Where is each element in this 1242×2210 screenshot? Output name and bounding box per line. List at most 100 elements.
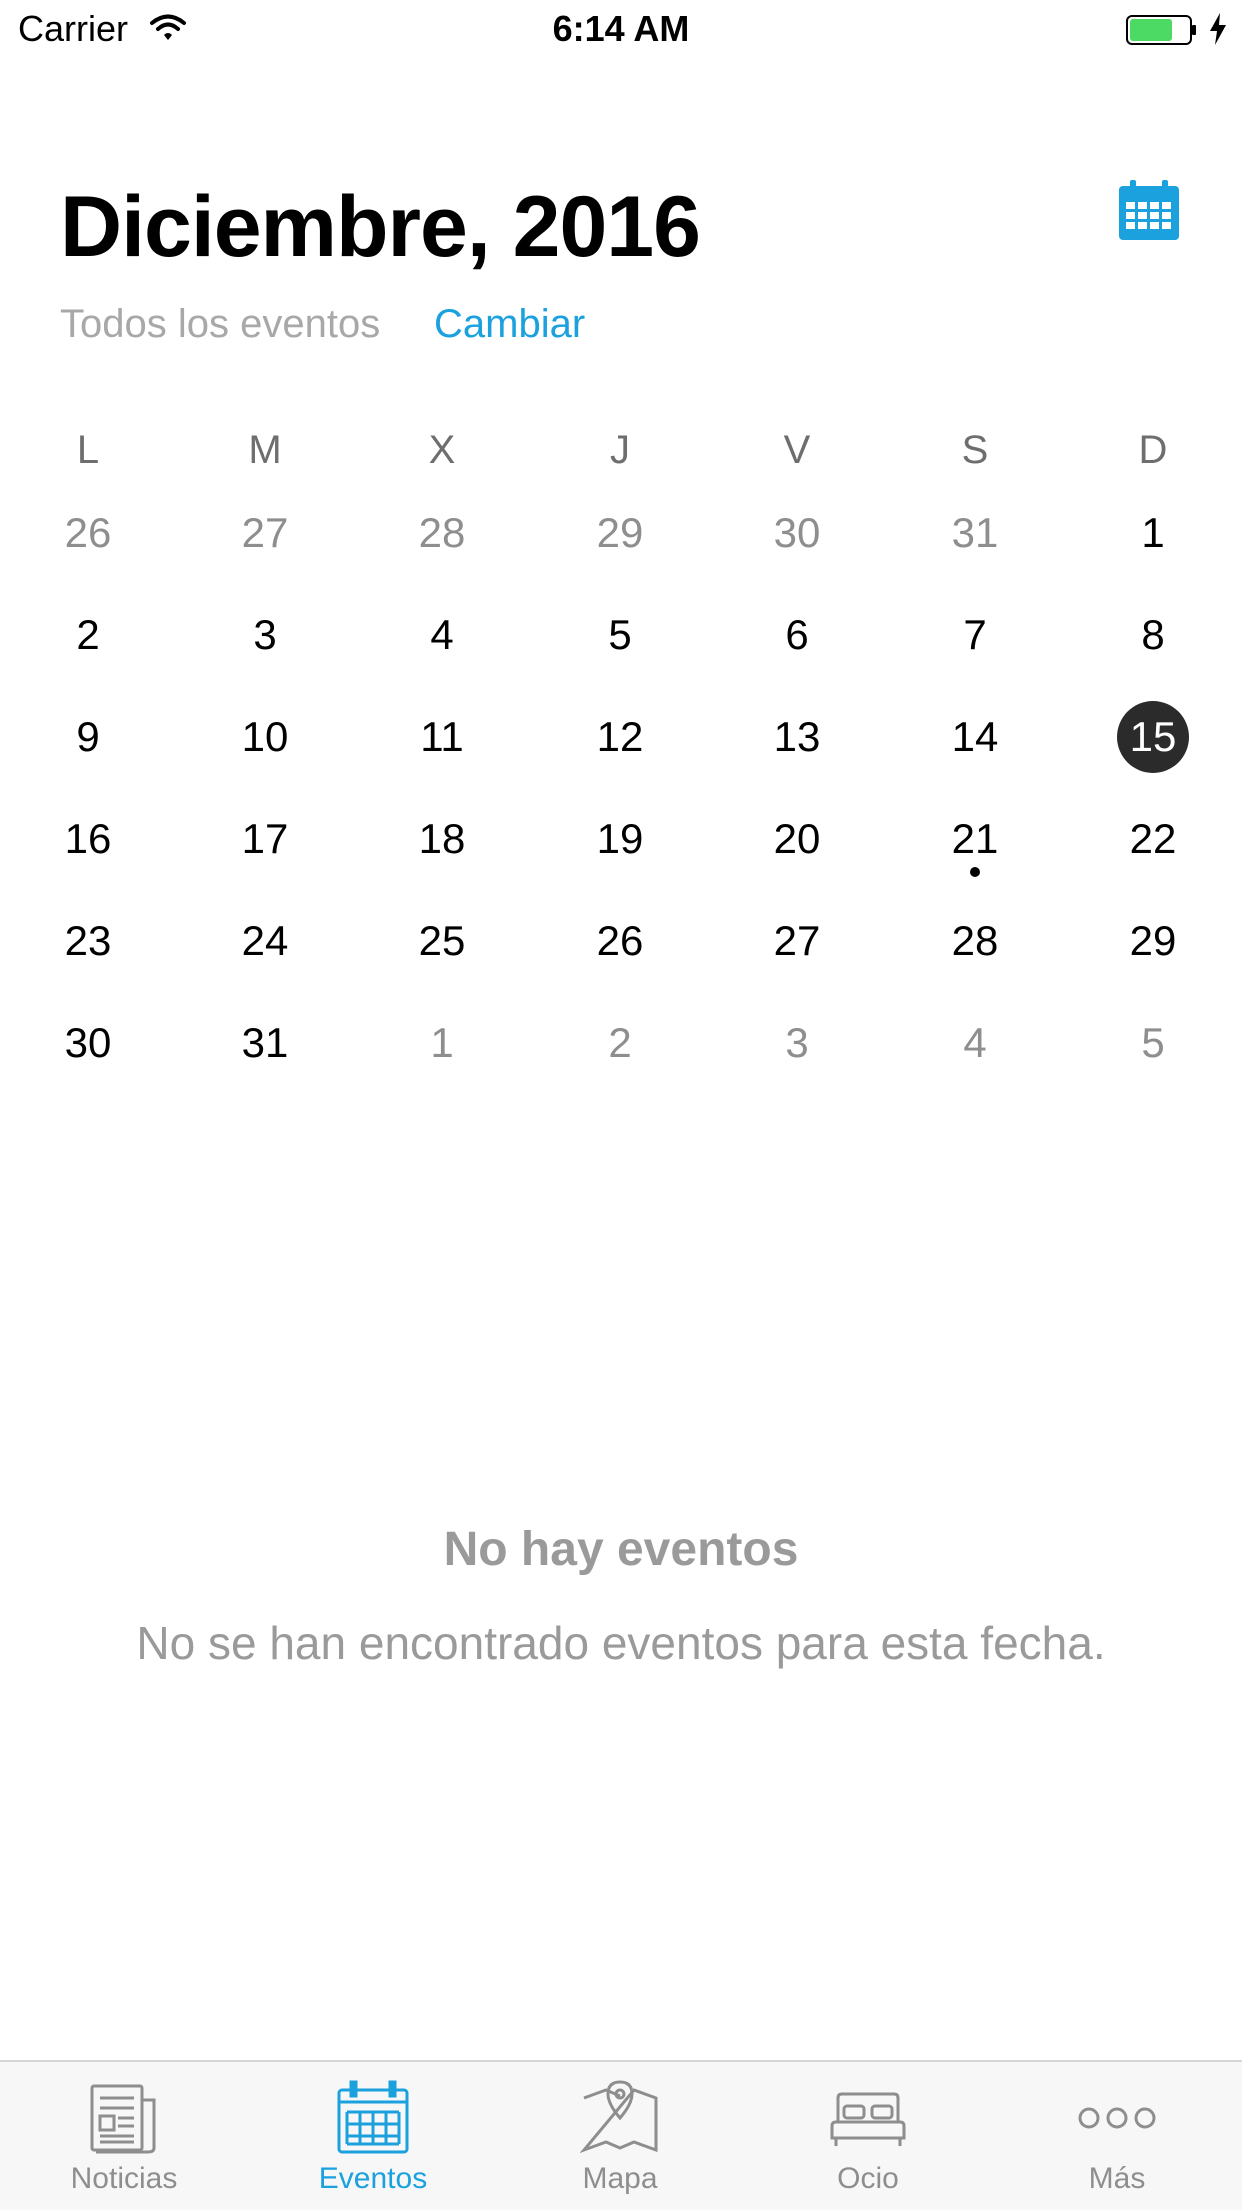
- bed-icon: [828, 2078, 908, 2158]
- calendar-picker-button[interactable]: [1116, 178, 1182, 244]
- calendar-day[interactable]: 2: [570, 1003, 670, 1083]
- calendar-day[interactable]: 29: [570, 493, 670, 573]
- tab-ocio[interactable]: Ocio: [744, 2062, 992, 2210]
- tab-label: Noticias: [70, 2162, 178, 2195]
- newspaper-icon: [84, 2078, 164, 2158]
- weekday-label: S: [961, 428, 989, 472]
- empty-state-message: No se han encontrado eventos para esta f…: [136, 1617, 1106, 1669]
- calendar-day[interactable]: 16: [38, 799, 138, 879]
- calendar-day[interactable]: 6: [747, 595, 847, 675]
- calendar-day[interactable]: 4: [925, 1003, 1025, 1083]
- map-icon: [579, 2078, 660, 2158]
- day-number: 1: [430, 1019, 454, 1066]
- calendar-day[interactable]: 21: [925, 799, 1025, 879]
- day-number: 4: [963, 1019, 987, 1066]
- calendar-day[interactable]: 27: [747, 901, 847, 981]
- tab-label: Eventos: [318, 2162, 428, 2195]
- day-number: 2: [76, 611, 100, 658]
- calendar-day[interactable]: 5: [570, 595, 670, 675]
- day-number: 8: [1141, 611, 1165, 658]
- calendar-day[interactable]: 24: [215, 901, 315, 981]
- weekday-header: LMXJVSD: [0, 428, 1242, 478]
- day-number: 4: [430, 611, 454, 658]
- calendar-day[interactable]: 5: [1103, 1003, 1203, 1083]
- day-number: 22: [1129, 815, 1177, 862]
- calendar-day[interactable]: 30: [747, 493, 847, 573]
- calendar-day[interactable]: 27: [215, 493, 315, 573]
- day-number: 27: [241, 509, 289, 556]
- day-number: 18: [418, 815, 466, 862]
- day-number: 16: [64, 815, 112, 862]
- day-number: 1: [1141, 509, 1165, 556]
- tab-label: Ocio: [837, 2162, 899, 2195]
- tab-noticias[interactable]: Noticias: [0, 2062, 248, 2210]
- calendar-day[interactable]: 26: [570, 901, 670, 981]
- day-number: 30: [773, 509, 821, 556]
- calendar-day[interactable]: 28: [925, 901, 1025, 981]
- tab-mas[interactable]: Más: [993, 2062, 1241, 2210]
- tab-mapa[interactable]: Mapa: [496, 2062, 744, 2210]
- day-number: 2: [608, 1019, 632, 1066]
- calendar-day[interactable]: 4: [392, 595, 492, 675]
- weekday-label: V: [783, 428, 811, 472]
- calendar-icon: [1119, 180, 1179, 240]
- day-number: 3: [785, 1019, 809, 1066]
- calendar-day[interactable]: 9: [38, 697, 138, 777]
- calendar-day[interactable]: 1: [392, 1003, 492, 1083]
- calendar-day[interactable]: 31: [925, 493, 1025, 573]
- day-number: 29: [596, 509, 644, 556]
- calendar-day[interactable]: 31: [215, 1003, 315, 1083]
- empty-state-title: No hay eventos: [443, 1523, 799, 1576]
- calendar-day[interactable]: 14: [925, 697, 1025, 777]
- day-number: 20: [773, 815, 821, 862]
- change-filter-link[interactable]: Cambiar: [434, 302, 585, 347]
- day-number: 28: [418, 509, 466, 556]
- day-number: 25: [418, 917, 466, 964]
- calendar-day[interactable]: 3: [215, 595, 315, 675]
- day-number: 6: [785, 611, 809, 658]
- calendar-day[interactable]: 26: [38, 493, 138, 573]
- day-number: 28: [951, 917, 999, 964]
- calendar-day[interactable]: 20: [747, 799, 847, 879]
- day-number: 17: [241, 815, 289, 862]
- calendar-day[interactable]: 17: [215, 799, 315, 879]
- day-number: 14: [951, 713, 999, 760]
- calendar-day[interactable]: 30: [38, 1003, 138, 1083]
- calendar-day[interactable]: 7: [925, 595, 1025, 675]
- calendar-day[interactable]: 8: [1103, 595, 1203, 675]
- calendar-day[interactable]: 22: [1103, 799, 1203, 879]
- calendar-day[interactable]: 3: [747, 1003, 847, 1083]
- calendar-day[interactable]: 19: [570, 799, 670, 879]
- weekday-label: X: [428, 428, 456, 472]
- calendar-day[interactable]: 18: [392, 799, 492, 879]
- day-number: 15: [1129, 713, 1177, 760]
- calendar-day[interactable]: 10: [215, 697, 315, 777]
- status-bar: Carrier 6:14 AM: [0, 0, 1242, 60]
- day-number: 7: [963, 611, 987, 658]
- calendar-day[interactable]: 28: [392, 493, 492, 573]
- day-number: 5: [608, 611, 632, 658]
- day-number: 27: [773, 917, 821, 964]
- calendar-day[interactable]: 1: [1103, 493, 1203, 573]
- calendar-day[interactable]: 12: [570, 697, 670, 777]
- day-number: 5: [1141, 1019, 1165, 1066]
- calendar-icon: [333, 2078, 413, 2158]
- calendar-day[interactable]: 11: [392, 697, 492, 777]
- tab-label: Más: [1088, 2162, 1146, 2195]
- more-icon: [1077, 2078, 1157, 2158]
- status-time: 6:14 AM: [552, 8, 690, 49]
- tab-eventos[interactable]: Eventos: [249, 2062, 497, 2210]
- calendar-day[interactable]: 13: [747, 697, 847, 777]
- day-number: 26: [64, 509, 112, 556]
- day-number: 10: [241, 713, 289, 760]
- calendar-day[interactable]: 2: [38, 595, 138, 675]
- calendar-day[interactable]: 25: [392, 901, 492, 981]
- day-number: 29: [1129, 917, 1177, 964]
- battery-icon: [1126, 14, 1198, 53]
- weekday-label: L: [76, 428, 100, 472]
- calendar-day-selected[interactable]: 15: [1103, 697, 1203, 777]
- calendar-day[interactable]: 23: [38, 901, 138, 981]
- day-number: 30: [64, 1019, 112, 1066]
- calendar-day[interactable]: 29: [1103, 901, 1203, 981]
- day-number: 24: [241, 917, 289, 964]
